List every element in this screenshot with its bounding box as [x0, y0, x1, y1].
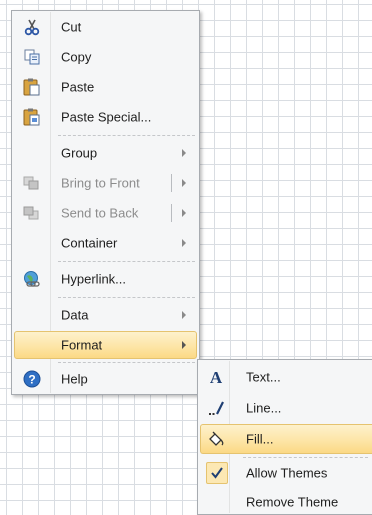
- format-submenu: A Text... Line... Fill... Allow Themes R…: [197, 359, 372, 515]
- submenu-item-line[interactable]: Line...: [200, 393, 372, 423]
- menu-item-label: Group: [61, 145, 98, 161]
- menu-item-data[interactable]: Data: [14, 301, 197, 329]
- clipboard-paste-icon: [22, 78, 42, 96]
- clipboard-paste-special-icon: [22, 108, 42, 126]
- menu-separator: [243, 457, 368, 458]
- menu-item-label: Send to Back: [61, 205, 139, 221]
- help-icon: ?: [22, 370, 42, 388]
- fill-bucket-icon: [206, 430, 226, 448]
- menu-item-label: Allow Themes: [246, 465, 328, 481]
- menu-separator: [58, 135, 195, 136]
- menu-item-cut[interactable]: Cut: [14, 13, 197, 41]
- split-divider: [171, 174, 172, 192]
- menu-item-label: Line...: [246, 400, 282, 416]
- menu-item-format[interactable]: Format: [14, 331, 197, 359]
- menu-item-label: Paste Special...: [61, 109, 152, 125]
- menu-item-label: Copy: [61, 49, 92, 65]
- bring-to-front-icon: [22, 174, 42, 192]
- send-to-back-icon: [22, 204, 42, 222]
- menu-item-label: Remove Theme: [246, 494, 339, 510]
- menu-item-paste[interactable]: Paste: [14, 73, 197, 101]
- menu-item-container[interactable]: Container: [14, 229, 197, 257]
- submenu-arrow-icon: [182, 239, 186, 247]
- copy-icon: [22, 48, 42, 66]
- submenu-item-fill[interactable]: Fill...: [200, 424, 372, 454]
- submenu-item-allow-themes[interactable]: Allow Themes: [200, 459, 372, 487]
- menu-item-label: Hyperlink...: [61, 271, 127, 287]
- submenu-arrow-icon: [182, 341, 186, 349]
- svg-text:?: ?: [28, 373, 35, 387]
- menu-item-hyperlink[interactable]: Hyperlink...: [14, 265, 197, 293]
- submenu-arrow-icon[interactable]: [182, 179, 186, 187]
- menu-item-label: Help: [61, 371, 88, 387]
- checkmark-icon: [206, 462, 228, 484]
- menu-item-label: Bring to Front: [61, 175, 140, 191]
- menu-item-paste-special[interactable]: Paste Special...: [14, 103, 197, 131]
- hyperlink-globe-icon: [22, 270, 42, 288]
- menu-item-group[interactable]: Group: [14, 139, 197, 167]
- scissors-icon: [22, 18, 42, 36]
- menu-item-label: Container: [61, 235, 118, 251]
- menu-item-label: Fill...: [246, 431, 274, 447]
- submenu-item-remove-theme[interactable]: Remove Theme: [200, 488, 372, 515]
- menu-item-label: Data: [61, 307, 89, 323]
- menu-separator: [58, 362, 195, 363]
- submenu-arrow-icon[interactable]: [182, 209, 186, 217]
- line-format-icon: [206, 399, 226, 417]
- menu-item-label: Format: [61, 337, 103, 353]
- svg-text:A: A: [210, 368, 223, 386]
- menu-item-bring-to-front: Bring to Front: [14, 169, 197, 197]
- split-divider: [171, 204, 172, 222]
- menu-separator: [58, 297, 195, 298]
- menu-item-copy[interactable]: Copy: [14, 43, 197, 71]
- menu-item-label: Paste: [61, 79, 95, 95]
- menu-item-label: Text...: [246, 369, 281, 385]
- submenu-item-text[interactable]: A Text...: [200, 362, 372, 392]
- submenu-arrow-icon: [182, 149, 186, 157]
- menu-item-help[interactable]: ? Help: [14, 365, 197, 393]
- menu-item-send-to-back: Send to Back: [14, 199, 197, 227]
- menu-item-label: Cut: [61, 19, 82, 35]
- text-format-icon: A: [206, 368, 226, 387]
- submenu-arrow-icon: [182, 311, 186, 319]
- menu-separator: [58, 261, 195, 262]
- context-menu: Cut Copy Paste Paste Special... Group Br…: [11, 10, 200, 395]
